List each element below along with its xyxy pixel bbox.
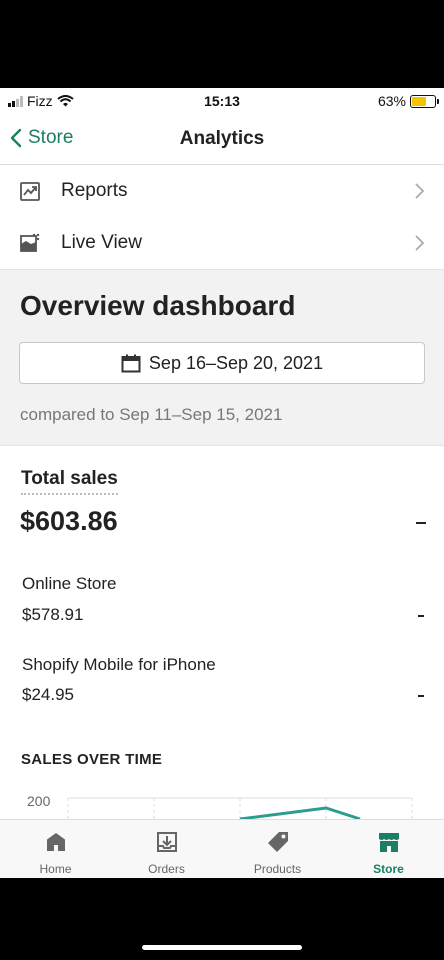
tab-label: Store	[373, 862, 404, 876]
breakdown-value: $24.95	[22, 685, 74, 704]
battery-percent: 63%	[377, 93, 406, 109]
breakdown-change	[418, 695, 424, 697]
breakdown-label: Online Store	[22, 574, 117, 593]
tab-label: Home	[39, 862, 72, 876]
home-icon	[47, 833, 65, 851]
battery-icon	[410, 94, 439, 108]
battery-status: 63%	[377, 93, 439, 109]
breakdown-value: $578.91	[22, 605, 84, 624]
tab-home[interactable]: Home	[0, 820, 111, 878]
calendar-icon	[121, 354, 141, 372]
chevron-right-icon	[415, 235, 424, 251]
home-indicator[interactable]	[142, 945, 302, 950]
date-range-label: Sep 16–Sep 20, 2021	[148, 352, 324, 373]
battery-level	[412, 96, 426, 106]
sales-line	[239, 806, 361, 821]
navigation-bar: Store Analytics	[0, 114, 444, 165]
menu-item-label: Reports	[61, 180, 128, 201]
sales-over-time-title: SALES OVER TIME	[21, 751, 163, 768]
reports-icon	[20, 182, 40, 201]
menu-item-reports[interactable]: Reports	[0, 165, 444, 218]
date-range-button[interactable]: Sep 16–Sep 20, 2021	[19, 342, 425, 384]
tab-label: Orders	[148, 862, 185, 876]
chevron-right-icon	[415, 183, 424, 199]
total-sales-value: $603.86	[20, 506, 118, 536]
tab-orders[interactable]: Orders	[111, 820, 222, 878]
menu-item-label: Live View	[61, 232, 142, 253]
app-screen: Fizz 15:13 63% Store Analytics Reports L…	[0, 88, 444, 878]
breakdown-change	[418, 615, 424, 617]
status-bar: Fizz 15:13 63%	[0, 88, 444, 114]
tag-icon	[268, 832, 288, 852]
tab-bar: Home Orders Products Store	[0, 819, 444, 878]
menu-item-live-view[interactable]: Live View	[0, 217, 444, 269]
orders-icon	[157, 832, 177, 852]
storefront-icon	[379, 833, 399, 852]
tab-label: Products	[253, 862, 302, 876]
tab-store[interactable]: Store	[333, 820, 444, 878]
total-sales-label[interactable]: Total sales	[21, 468, 118, 495]
overview-section: Overview dashboard Sep 16–Sep 20, 2021 c…	[0, 269, 444, 446]
comparison-text: compared to Sep 11–Sep 15, 2021	[20, 405, 283, 424]
live-view-icon	[20, 233, 40, 252]
sales-over-time-chart	[67, 797, 413, 823]
tab-products[interactable]: Products	[222, 820, 333, 878]
breakdown-label: Shopify Mobile for iPhone	[22, 655, 216, 674]
overview-title: Overview dashboard	[20, 290, 296, 321]
total-sales-change	[416, 522, 426, 524]
page-title: Analytics	[179, 128, 265, 149]
